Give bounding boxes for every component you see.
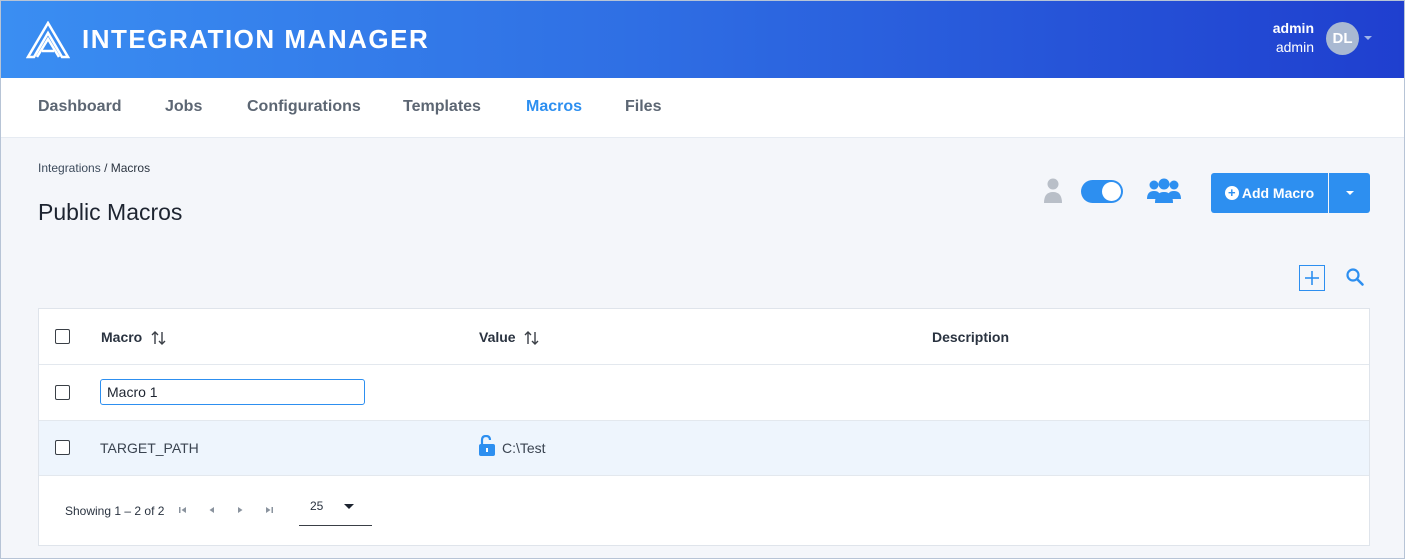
pagination-summary: Showing 1 – 2 of 2: [65, 504, 165, 518]
first-page-icon[interactable]: [178, 505, 188, 515]
next-page-icon[interactable]: [235, 505, 245, 515]
page-title: Public Macros: [38, 199, 183, 225]
breadcrumb: Integrations / Macros: [38, 161, 150, 175]
nav-item-jobs[interactable]: Jobs: [165, 98, 202, 116]
chevron-down-icon[interactable]: [1364, 36, 1372, 40]
plus-circle-icon: +: [1224, 186, 1239, 200]
user-name: admin: [1272, 20, 1314, 36]
logo-icon: [26, 20, 70, 58]
table-header-row: Macro Value Description: [39, 309, 1369, 365]
plus-icon: [1305, 271, 1319, 285]
user-menu[interactable]: admin admin DL: [1273, 19, 1372, 57]
macro-name-cell: TARGET_PATH: [100, 440, 199, 456]
add-macro-button[interactable]: + Add Macro: [1211, 173, 1328, 213]
sort-icon[interactable]: [151, 330, 167, 346]
column-header-macro[interactable]: Macro: [101, 329, 142, 345]
add-macro-label: Add Macro: [1241, 185, 1315, 201]
row-checkbox[interactable]: [55, 440, 70, 455]
breadcrumb-link-integrations[interactable]: Integrations: [38, 161, 101, 175]
sort-icon[interactable]: [524, 330, 540, 346]
app-header: INTEGRATION MANAGER admin admin DL: [1, 1, 1404, 78]
avatar[interactable]: DL: [1326, 21, 1359, 55]
column-header-description: Description: [932, 329, 1010, 345]
nav-item-macros[interactable]: Macros: [526, 98, 582, 116]
lock-open-icon[interactable]: [478, 435, 496, 457]
macro-name-input[interactable]: [100, 379, 365, 405]
breadcrumb-current: Macros: [110, 161, 151, 175]
add-row-button[interactable]: [1299, 265, 1325, 291]
app-title: INTEGRATION MANAGER: [82, 24, 430, 54]
macros-table: Macro Value Description TARGET_PATH C:\T…: [38, 308, 1370, 546]
person-icon[interactable]: [1041, 177, 1065, 210]
page-size-value: 25: [310, 499, 324, 513]
previous-page-icon[interactable]: [207, 505, 217, 515]
nav-item-dashboard[interactable]: Dashboard: [38, 98, 122, 116]
nav-item-configurations[interactable]: Configurations: [247, 98, 361, 116]
table-row-edit: [39, 365, 1369, 421]
table-row[interactable]: TARGET_PATH C:\Test: [39, 421, 1369, 476]
user-role: admin: [1275, 39, 1314, 55]
nav-item-templates[interactable]: Templates: [403, 98, 481, 116]
caret-down-icon: [1345, 191, 1354, 195]
nav-item-files[interactable]: Files: [625, 98, 661, 116]
main-nav: Dashboard Jobs Configurations Templates …: [1, 78, 1404, 138]
toggle-knob: [1102, 182, 1121, 201]
page-size-select[interactable]: 25: [299, 498, 372, 526]
brand[interactable]: INTEGRATION MANAGER: [26, 20, 430, 59]
table-footer: Showing 1 – 2 of 2 25: [39, 476, 1369, 546]
breadcrumb-separator: /: [104, 161, 108, 175]
column-header-value[interactable]: Value: [479, 329, 516, 345]
group-icon[interactable]: [1146, 177, 1182, 210]
add-macro-dropdown-button[interactable]: [1329, 173, 1370, 213]
visibility-toggle[interactable]: [1081, 180, 1123, 203]
search-button[interactable]: [1345, 267, 1365, 292]
caret-down-icon: [344, 504, 354, 509]
macro-value-cell: C:\Test: [502, 440, 546, 456]
select-all-checkbox[interactable]: [55, 329, 70, 344]
search-icon: [1346, 268, 1364, 286]
row-checkbox[interactable]: [55, 385, 70, 400]
last-page-icon[interactable]: [264, 505, 274, 515]
